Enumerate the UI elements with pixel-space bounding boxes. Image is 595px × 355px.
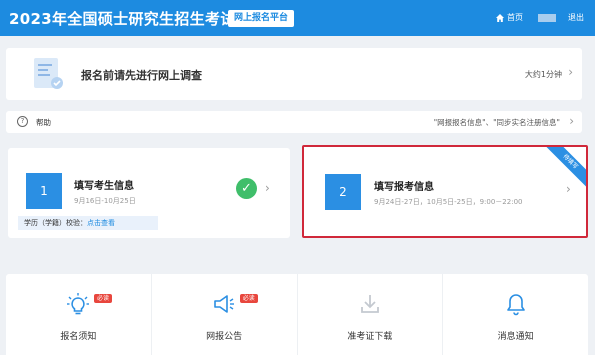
- tile-announcement[interactable]: 必读 网报公告: [152, 274, 298, 355]
- tile-notifications[interactable]: 消息通知: [443, 274, 588, 355]
- must-read-badge: 必读: [94, 294, 113, 303]
- must-read-badge: 必读: [239, 294, 258, 303]
- survey-document-icon: [34, 58, 63, 89]
- help-bar[interactable]: ? 帮助 "网报报名信息"、"同步实名注册信息" ›: [6, 111, 582, 133]
- tile-label: 报名须知: [60, 332, 97, 342]
- education-verification: 学历（学籍）校验：点击查看: [18, 216, 158, 230]
- tile-admission-ticket[interactable]: 准考证下载: [298, 274, 444, 355]
- survey-card[interactable]: 报名前请先进行网上调查 大约1分钟 ›: [6, 48, 582, 100]
- step-number: 2: [325, 174, 361, 210]
- step-date: 9月24日-27日，10月5日-25日，9:00－22:00: [374, 198, 523, 206]
- question-icon: ?: [17, 116, 28, 127]
- tile-label: 准考证下载: [347, 332, 393, 342]
- username-redacted: [538, 14, 556, 22]
- lightbulb-icon: [67, 293, 90, 315]
- chevron-right-icon: ›: [566, 182, 571, 196]
- home-link[interactable]: 首页: [496, 12, 523, 23]
- chevron-right-icon: ›: [265, 181, 270, 195]
- status-ribbon: 待填写: [538, 147, 586, 194]
- download-icon: [360, 295, 379, 313]
- survey-title: 报名前请先进行网上调查: [81, 69, 202, 82]
- help-label: 帮助: [36, 118, 51, 127]
- step-title: 填写考生信息: [74, 181, 134, 192]
- step-card-application-info[interactable]: 2 填写报考信息 9月24日-27日，10月5日-25日，9:00－22:00 …: [302, 145, 588, 238]
- verification-label: 学历（学籍）校验：: [24, 219, 87, 227]
- verification-link[interactable]: 点击查看: [87, 219, 115, 227]
- step-title: 填写报考信息: [374, 182, 434, 193]
- step-card-candidate-info[interactable]: 1 填写考生信息 9月16日-10月25日 ✓ › 学历（学籍）校验：点击查看: [8, 148, 290, 238]
- step-date: 9月16日-10月25日: [74, 197, 136, 205]
- home-label: 首页: [507, 13, 523, 22]
- tile-application-notice[interactable]: 必读 报名须知: [6, 274, 152, 355]
- quick-links: 必读 报名须知 必读 网报公告 准考证下载 消息通知: [6, 274, 588, 355]
- chevron-right-icon: ›: [568, 65, 573, 79]
- logout-link[interactable]: 退出: [568, 12, 584, 23]
- platform-tag: 网上报名平台: [228, 10, 295, 27]
- top-header: 2023年全国硕士研究生招生考试 网上报名平台 首页 退出: [0, 0, 595, 36]
- app-title: 2023年全国硕士研究生招生考试: [9, 10, 236, 28]
- tile-label: 网报公告: [206, 332, 243, 342]
- tile-label: 消息通知: [497, 332, 534, 342]
- survey-time: 大约1分钟: [524, 70, 562, 79]
- home-icon: [496, 13, 504, 22]
- bell-icon: [506, 294, 525, 316]
- megaphone-icon: [214, 295, 235, 313]
- step-number: 1: [26, 173, 62, 209]
- check-icon: ✓: [236, 178, 257, 199]
- help-links[interactable]: "网报报名信息"、"同步实名注册信息": [434, 117, 560, 128]
- chevron-right-icon: ›: [569, 114, 574, 128]
